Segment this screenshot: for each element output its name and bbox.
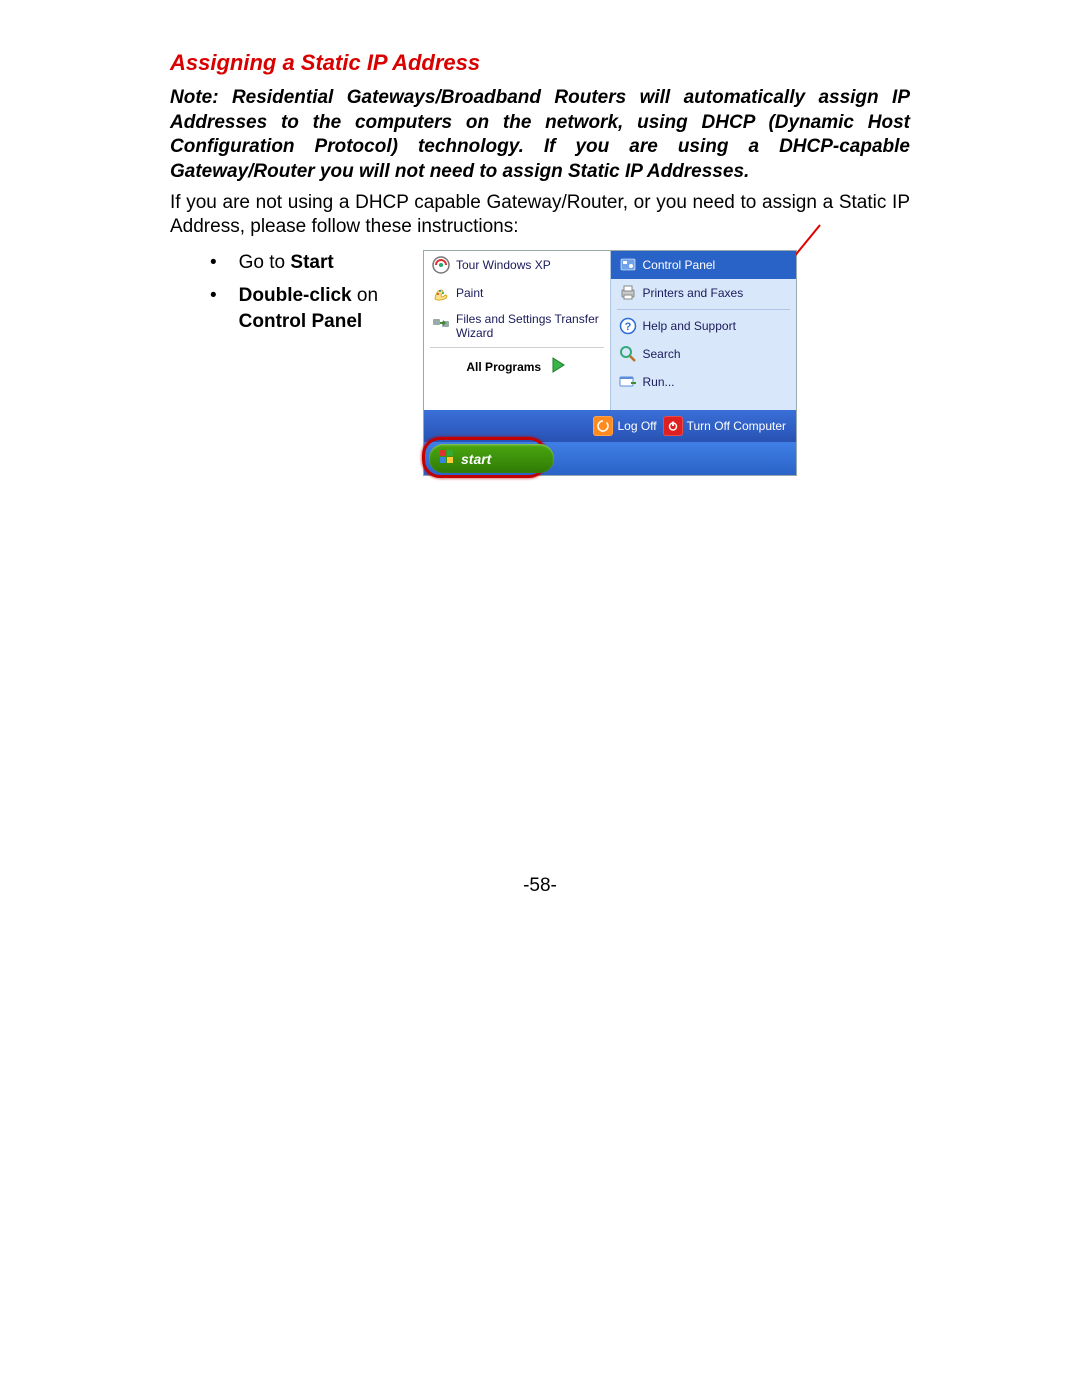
instruction-item: • Go to Start: [210, 250, 415, 277]
power-icon: [663, 416, 683, 436]
start-menu-left-column: Tour Windows XP Paint Files and Set: [424, 251, 610, 410]
text-fragment: Files and Settings Transfer: [456, 312, 599, 326]
menu-item-help-support[interactable]: ? Help and Support: [611, 312, 797, 340]
transfer-wizard-icon: [432, 314, 450, 332]
turn-off-button[interactable]: Turn Off Computer: [663, 416, 786, 436]
text-bold: Control Panel: [239, 311, 363, 332]
menu-divider: [430, 347, 604, 348]
paint-icon: [432, 284, 450, 302]
menu-item-files-settings-transfer[interactable]: Files and Settings Transfer Wizard: [424, 307, 610, 345]
windows-logo-icon: [439, 449, 455, 468]
menu-item-label: Run...: [643, 375, 675, 389]
text-bold: Start: [290, 252, 333, 273]
run-icon: [619, 373, 637, 391]
start-menu-body: Tour Windows XP Paint Files and Set: [424, 251, 796, 410]
logoff-icon: [593, 416, 613, 436]
menu-divider: [617, 309, 791, 310]
menu-item-search[interactable]: Search: [611, 340, 797, 368]
menu-item-label: Files and Settings Transfer Wizard: [456, 312, 599, 340]
bullet-icon: •: [210, 283, 217, 336]
menu-item-tour-xp[interactable]: Tour Windows XP: [424, 251, 610, 279]
bullet-icon: •: [210, 250, 217, 277]
two-column-row: • Go to Start • Double-click on Control …: [170, 250, 910, 476]
control-panel-icon: [619, 256, 637, 274]
menu-item-label: All Programs: [466, 360, 541, 374]
printer-icon: [619, 284, 637, 302]
search-icon: [619, 345, 637, 363]
menu-item-label: Tour Windows XP: [456, 258, 551, 272]
menu-item-control-panel[interactable]: Control Panel: [611, 251, 797, 279]
instruction-text: Go to Start: [239, 250, 334, 277]
instruction-text: Double-click on Control Panel: [239, 283, 378, 336]
instruction-list: • Go to Start • Double-click on Control …: [170, 250, 415, 342]
page-number: -58-: [0, 875, 1080, 897]
text-fragment: Wizard: [456, 326, 493, 340]
button-label: Turn Off Computer: [687, 419, 786, 433]
svg-text:?: ?: [624, 321, 631, 333]
start-menu-screenshot: Tour Windows XP Paint Files and Set: [423, 250, 797, 476]
logoff-button[interactable]: Log Off: [593, 416, 656, 436]
play-arrow-icon: [549, 356, 567, 377]
document-page: Assigning a Static IP Address Note: Resi…: [0, 0, 1080, 1397]
menu-item-run[interactable]: Run...: [611, 368, 797, 396]
text-bold: Double-click: [239, 285, 352, 306]
start-button[interactable]: start: [429, 444, 554, 473]
tour-xp-icon: [432, 256, 450, 274]
note-paragraph: Note: Residential Gateways/Broadband Rou…: [170, 86, 910, 185]
menu-item-label: Control Panel: [643, 258, 716, 272]
taskbar: start: [424, 442, 796, 475]
text-fragment: on: [352, 285, 378, 306]
menu-item-paint[interactable]: Paint: [424, 279, 610, 307]
all-programs-button[interactable]: All Programs: [424, 350, 610, 383]
menu-item-label: Help and Support: [643, 319, 736, 333]
text-fragment: Go to: [239, 252, 291, 273]
menu-item-label: Printers and Faxes: [643, 286, 744, 300]
start-menu-right-column: Control Panel Printers and Faxes ? Help: [610, 251, 797, 410]
menu-item-label: Search: [643, 347, 681, 361]
start-button-label: start: [461, 451, 491, 467]
instruction-item: • Double-click on Control Panel: [210, 283, 415, 336]
button-label: Log Off: [617, 419, 656, 433]
section-heading: Assigning a Static IP Address: [170, 50, 910, 76]
menu-item-printers-faxes[interactable]: Printers and Faxes: [611, 279, 797, 307]
help-icon: ?: [619, 317, 637, 335]
menu-item-label: Paint: [456, 286, 483, 300]
